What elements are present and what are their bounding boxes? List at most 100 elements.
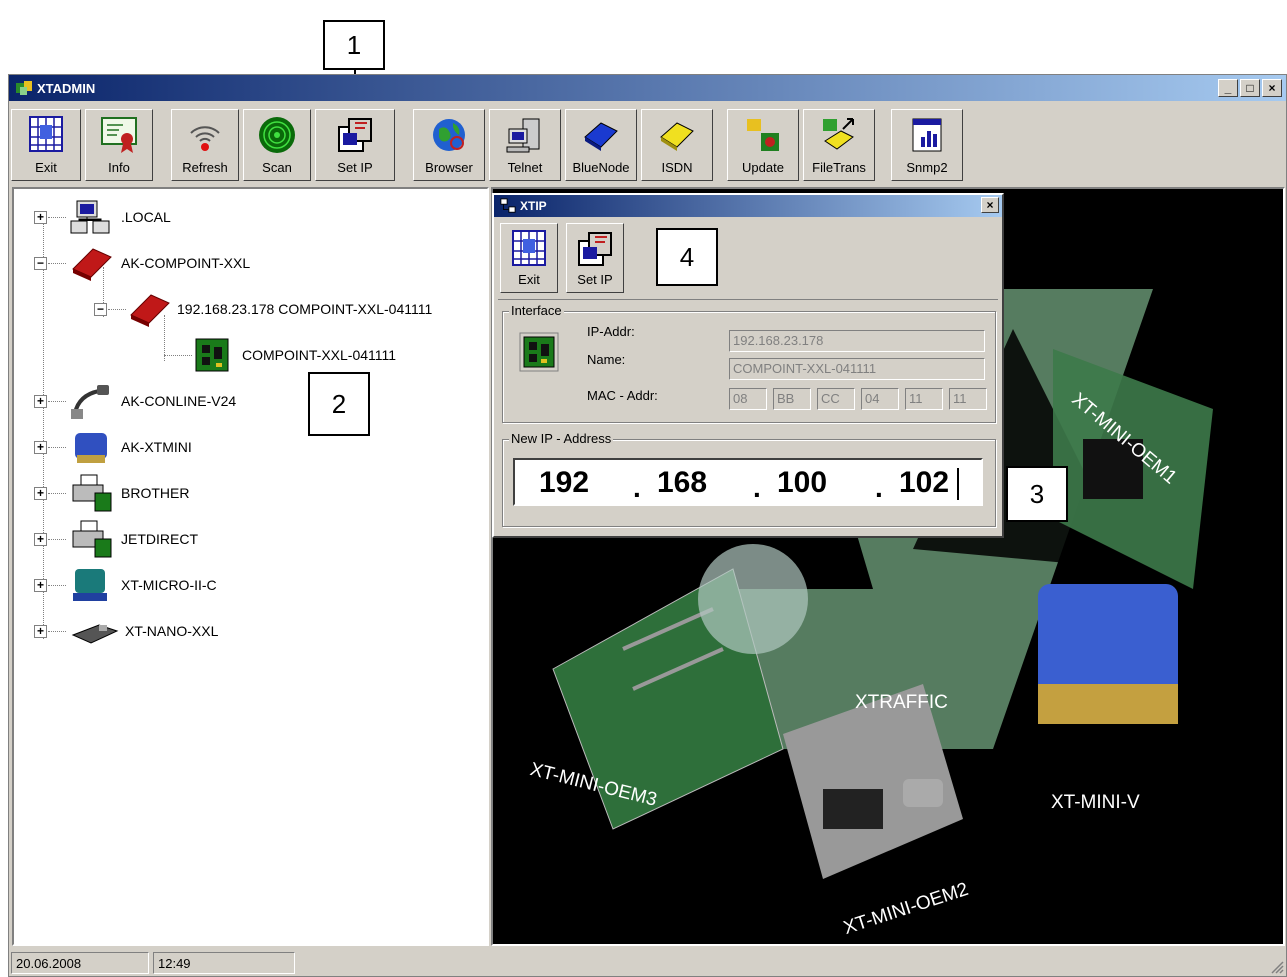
set-ip-button[interactable]: Set IP: [315, 109, 395, 181]
exit-button[interactable]: Exit: [11, 109, 81, 181]
isdn-button-label: ISDN: [661, 160, 693, 175]
snmp2-button[interactable]: Snmp2: [891, 109, 963, 181]
snmp2-button-label: Snmp2: [906, 160, 948, 175]
network-icon: [70, 200, 110, 234]
tree-item-jetdirect[interactable]: + JETDIRECT: [34, 519, 198, 559]
minimize-button[interactable]: _: [1218, 79, 1238, 97]
collapse-toggle[interactable]: −: [34, 256, 47, 270]
dialog-close-button[interactable]: ×: [981, 197, 999, 213]
mac-octet-field: 11: [949, 388, 987, 410]
snmp-monitor-icon: [912, 118, 942, 152]
network-icon: [500, 198, 516, 213]
exit-icon: [29, 116, 63, 152]
callout-3: 3: [1006, 466, 1068, 522]
mac-octet-field: CC: [817, 388, 855, 410]
ip-dot: .: [875, 472, 883, 503]
interface-group: Interface IP-Addr: 192.168.23.178 Name: …: [502, 303, 996, 423]
label-xtraffic: XTRAFFIC: [855, 692, 948, 713]
dialog-titlebar: XTIP ×: [494, 195, 1002, 217]
isdn-device-icon: [660, 122, 694, 151]
mac-octet-field: BB: [773, 388, 811, 410]
expand-toggle[interactable]: +: [34, 578, 47, 592]
ip-dot: .: [753, 472, 761, 503]
refresh-button[interactable]: Refresh: [171, 109, 239, 181]
mac-octet-field: 11: [905, 388, 943, 410]
ip-dot: .: [633, 472, 641, 503]
mac-octet-field: 08: [729, 388, 767, 410]
dialog-set-ip-button[interactable]: Set IP: [566, 223, 624, 293]
update-button[interactable]: Update: [727, 109, 799, 181]
new-ip-group-title: New IP - Address: [509, 431, 614, 446]
ip-octet-1[interactable]: 192: [539, 466, 589, 500]
tree-item-ak-compoint-xxl[interactable]: − AK-COMPOINT-XXL: [34, 243, 250, 283]
bluenode-device-icon: [584, 122, 618, 151]
mac-addr-label: MAC - Addr:: [587, 388, 658, 403]
dialog-exit-button[interactable]: Exit: [500, 223, 558, 293]
printer-icon: [72, 474, 112, 512]
label-xt-mini-v: XT-MINI-V: [1051, 792, 1140, 813]
telnet-button[interactable]: Telnet: [489, 109, 561, 181]
usb-adapter-icon: [71, 385, 109, 419]
callout-2: 2: [308, 372, 370, 436]
tree-label: XT-MICRO-II-C: [121, 577, 217, 593]
update-button-label: Update: [742, 160, 784, 175]
new-ip-input[interactable]: 192 . 168 . 100 . 102: [513, 458, 983, 506]
expand-toggle[interactable]: +: [34, 440, 47, 454]
set-ip-icon: [338, 118, 372, 152]
tree-label: BROTHER: [121, 485, 190, 501]
browser-button[interactable]: Browser: [413, 109, 485, 181]
tree-label: .LOCAL: [121, 209, 171, 225]
expand-toggle[interactable]: +: [34, 624, 47, 638]
file-transfer-icon: [823, 118, 854, 150]
tree-item-compoint-interface[interactable]: COMPOINT-XXL-041111: [164, 335, 396, 375]
tree-item-ak-xtmini[interactable]: + AK-XTMINI: [34, 427, 192, 467]
tree-label: AK-CONLINE-V24: [121, 393, 237, 409]
interface-group-title: Interface: [509, 303, 564, 318]
ip-octet-3[interactable]: 100: [777, 466, 827, 500]
callout-4-box: 4: [656, 228, 718, 286]
printer-icon: [72, 520, 112, 558]
tree-item-brother[interactable]: + BROTHER: [34, 473, 189, 513]
xtmini-device-icon: [75, 433, 107, 463]
device-tree[interactable]: + .LOCAL − AK-COMPOINT-XXL − 192.168.23.…: [12, 187, 489, 946]
bluenode-button[interactable]: BlueNode: [565, 109, 637, 181]
xtip-dialog: XTIP × Exit Set IP Interface IP-Addr: 19…: [492, 193, 1004, 538]
isdn-button[interactable]: ISDN: [641, 109, 713, 181]
update-icon: [747, 119, 779, 151]
filetrans-button[interactable]: FileTrans: [803, 109, 875, 181]
ip-octet-2[interactable]: 168: [657, 466, 707, 500]
radar-icon: [259, 117, 295, 153]
circuit-board-icon: [195, 338, 229, 372]
expand-toggle[interactable]: +: [34, 210, 47, 224]
status-bar: 20.06.2008 12:49: [9, 948, 1286, 976]
tree-item-xt-nano-xxl[interactable]: + XT-NANO-XXL: [34, 611, 218, 651]
tree-item-compoint-ip[interactable]: − 192.168.23.178 COMPOINT-XXL-041111: [94, 289, 432, 329]
browser-button-label: Browser: [425, 160, 473, 175]
compoint-device-icon: [72, 248, 112, 281]
tree-item-local[interactable]: + .LOCAL: [34, 197, 171, 237]
expand-toggle[interactable]: +: [34, 394, 47, 408]
text-cursor: [957, 468, 959, 500]
name-label: Name:: [587, 352, 626, 367]
tree-item-ak-conline-v24[interactable]: + AK-CONLINE-V24: [34, 381, 236, 421]
set-ip-icon: [578, 232, 612, 266]
ip-octet-4[interactable]: 102: [899, 466, 949, 500]
close-button[interactable]: ×: [1262, 79, 1282, 97]
tree-label: XT-NANO-XXL: [125, 623, 219, 639]
telnet-button-label: Telnet: [507, 160, 543, 175]
info-button[interactable]: Info: [85, 109, 153, 181]
exit-icon: [512, 230, 546, 266]
xtmicro-device-icon: [73, 569, 107, 601]
maximize-button[interactable]: □: [1240, 79, 1260, 97]
new-ip-group: New IP - Address 192 . 168 . 100 . 102: [502, 431, 996, 527]
tree-label: AK-XTMINI: [121, 439, 192, 455]
scan-button[interactable]: Scan: [243, 109, 311, 181]
expand-toggle[interactable]: +: [34, 532, 47, 546]
status-date: 20.06.2008: [11, 952, 149, 974]
resize-grip-icon: [1271, 961, 1284, 974]
expand-toggle[interactable]: +: [34, 486, 47, 500]
tree-item-xt-micro-ii-c[interactable]: + XT-MICRO-II-C: [34, 565, 217, 605]
exit-button-label: Exit: [35, 160, 57, 175]
tree-label: 192.168.23.178 COMPOINT-XXL-041111: [177, 301, 433, 317]
collapse-toggle[interactable]: −: [94, 302, 107, 316]
